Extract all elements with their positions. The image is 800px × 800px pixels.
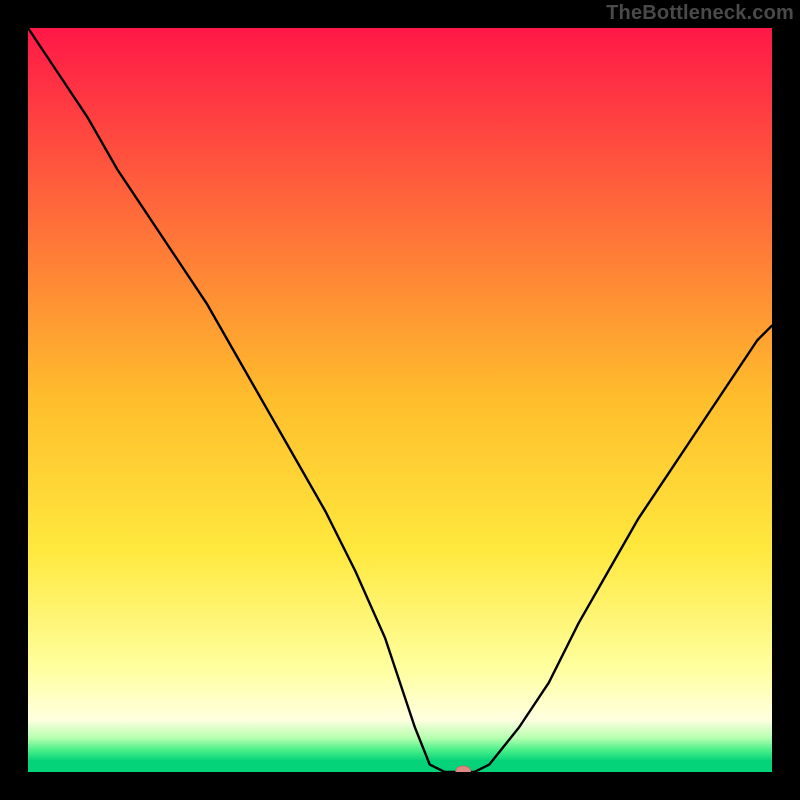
plot-area [28, 28, 772, 772]
bottleneck-chart [28, 28, 772, 772]
optimal-point-marker [456, 766, 471, 772]
chart-frame: TheBottleneck.com [0, 0, 800, 800]
gradient-background [28, 28, 772, 772]
watermark-text: TheBottleneck.com [606, 2, 794, 25]
